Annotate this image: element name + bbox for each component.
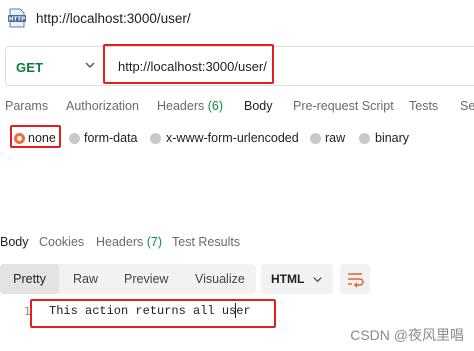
tab-headers[interactable]: Headers (6) xyxy=(157,99,223,113)
response-format-select[interactable]: HTML xyxy=(261,264,333,294)
tab-tests[interactable]: Tests xyxy=(409,99,438,113)
watermark: CSDN @夜风里唱 xyxy=(350,327,464,343)
url-highlight-box xyxy=(103,44,274,84)
svg-text:HTTP: HTTP xyxy=(9,17,25,23)
response-tab-headers-label: Headers xyxy=(96,235,144,249)
response-highlight-box xyxy=(30,299,276,328)
wrap-lines-button[interactable] xyxy=(340,264,370,294)
radio-urlencoded-label[interactable]: x-www-form-urlencoded xyxy=(166,131,299,145)
radio-raw-label[interactable]: raw xyxy=(325,131,345,145)
tab-body[interactable]: Body xyxy=(244,99,273,113)
request-title[interactable]: http://localhost:3000/user/ xyxy=(36,11,191,26)
method-select[interactable]: GET xyxy=(16,60,43,75)
none-highlight-box xyxy=(10,125,61,148)
radio-raw[interactable] xyxy=(310,133,321,144)
tab-pre-request-script[interactable]: Pre-request Script xyxy=(293,99,394,113)
tab-headers-count: (6) xyxy=(207,99,224,113)
response-tab-headers-count: (7) xyxy=(146,235,163,249)
view-preview-button[interactable]: Preview xyxy=(124,264,168,294)
tab-settings[interactable]: Se xyxy=(460,99,474,113)
view-mode-group: Pretty Raw Preview Visualize xyxy=(0,264,256,294)
radio-binary[interactable] xyxy=(359,133,370,144)
tab-authorization[interactable]: Authorization xyxy=(66,99,139,113)
view-visualize-button[interactable]: Visualize xyxy=(195,264,245,294)
radio-binary-label[interactable]: binary xyxy=(375,131,409,145)
response-tab-body[interactable]: Body xyxy=(0,235,29,249)
chevron-down-icon xyxy=(313,277,322,283)
radio-urlencoded[interactable] xyxy=(150,133,161,144)
http-file-icon: HTTP xyxy=(8,8,26,28)
request-title-bar: HTTP http://localhost:3000/user/ xyxy=(0,0,474,40)
response-format-label: HTML xyxy=(271,272,305,286)
view-raw-button[interactable]: Raw xyxy=(73,264,98,294)
radio-form-data-label[interactable]: form-data xyxy=(84,131,138,145)
radio-form-data[interactable] xyxy=(69,133,80,144)
chevron-down-icon[interactable] xyxy=(83,58,97,72)
response-tab-test-results[interactable]: Test Results xyxy=(172,235,240,249)
tab-headers-label: Headers xyxy=(157,99,205,113)
wrap-lines-icon xyxy=(348,273,364,288)
tab-params[interactable]: Params xyxy=(5,99,48,113)
response-tab-headers[interactable]: Headers (7) xyxy=(96,235,162,249)
view-pretty-button[interactable]: Pretty xyxy=(0,264,59,294)
response-tab-cookies[interactable]: Cookies xyxy=(39,235,84,249)
